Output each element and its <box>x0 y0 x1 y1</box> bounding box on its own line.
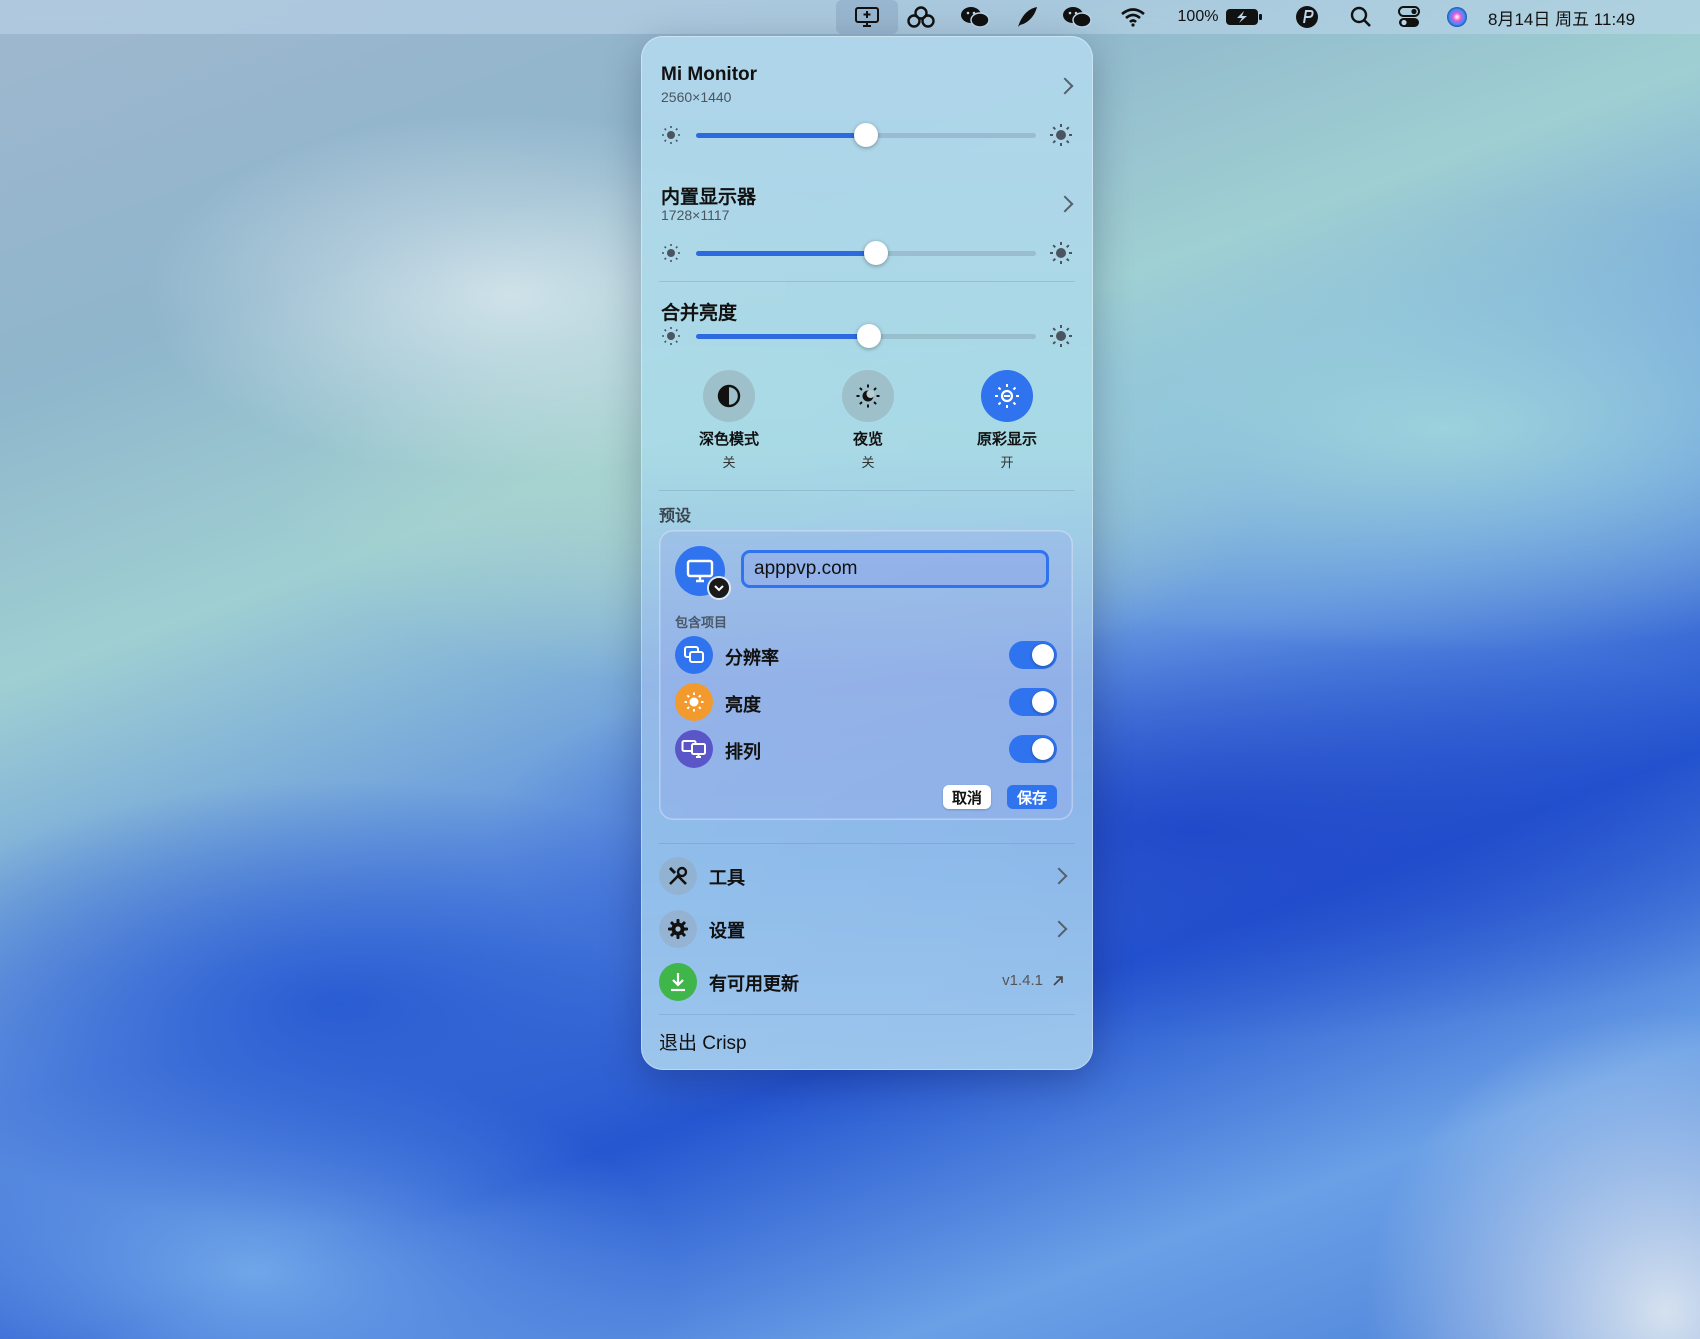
slider-knob[interactable] <box>854 123 878 147</box>
menu-item-label: 设置 <box>709 921 745 941</box>
app-icon[interactable] <box>904 0 938 34</box>
external-arrow-icon <box>1053 976 1063 986</box>
clock[interactable]: 8月14日 周五 11:49 <box>1488 0 1678 34</box>
sun-max-icon <box>1050 325 1072 347</box>
chevron-down-icon[interactable] <box>707 576 731 600</box>
slider-knob[interactable] <box>864 241 889 265</box>
battery-icon[interactable] <box>1224 0 1264 34</box>
chevron-right-icon[interactable] <box>1056 77 1074 95</box>
toggle-knob <box>1032 738 1054 760</box>
battery-percent: 100% <box>1177 8 1219 25</box>
display-icon[interactable] <box>836 0 898 34</box>
sun-min-icon <box>662 244 680 262</box>
slider-fill <box>696 251 877 256</box>
brightness-icon <box>675 683 713 721</box>
chevron-right-icon[interactable] <box>1056 195 1074 213</box>
toggle-state: 关 <box>861 455 875 470</box>
display-resolution: 1728×1117 <box>661 207 730 223</box>
divider <box>659 281 1075 282</box>
night-shift-icon[interactable] <box>842 370 894 422</box>
app-icon[interactable] <box>1290 0 1324 34</box>
display-name: Mi Monitor <box>661 64 758 85</box>
menu-item-label: 有可用更新 <box>709 974 799 994</box>
search-icon[interactable] <box>1344 0 1378 34</box>
brightness-slider[interactable] <box>696 241 1036 265</box>
preset-name-input[interactable] <box>741 550 1049 588</box>
wechat-icon[interactable] <box>1060 0 1094 34</box>
menu-item-settings[interactable]: 设置 <box>659 907 1073 951</box>
sun-max-icon <box>1050 124 1072 146</box>
arrangement-icon <box>675 730 713 768</box>
menu-item-update[interactable]: 有可用更新 v1.4.1 <box>659 960 1073 1004</box>
combined-brightness-label: 合并亮度 <box>661 303 738 324</box>
gear-icon <box>659 910 697 948</box>
display-name: 内置显示器 <box>661 187 757 208</box>
included-items-label: 包含项目 <box>675 615 728 630</box>
contrast-icon[interactable] <box>703 370 755 422</box>
preset-editor-card: 包含项目 分辨率 亮度 排列 取消 保存 <box>659 530 1073 820</box>
siri-icon[interactable] <box>1440 0 1474 34</box>
item-label: 分辨率 <box>725 648 779 668</box>
quit-button[interactable]: 退出 Crisp <box>659 1028 747 1055</box>
item-label: 亮度 <box>725 695 761 715</box>
combined-brightness-slider[interactable] <box>696 324 1036 348</box>
toggle-label: 原彩显示 <box>976 431 1037 448</box>
chevron-right-icon <box>1050 920 1068 938</box>
toggle-state: 开 <box>1000 455 1014 470</box>
toggle-state: 关 <box>722 455 736 470</box>
update-version: v1.4.1 <box>1002 972 1043 989</box>
feather-icon[interactable] <box>1010 0 1044 34</box>
resolution-toggle[interactable] <box>1009 641 1057 669</box>
sun-min-icon <box>662 126 680 144</box>
night-shift-toggle[interactable]: 夜览 关 <box>798 370 938 471</box>
menu-bar: 100% 8月14日 周五 11:49 <box>0 0 1700 34</box>
chevron-right-icon <box>1050 867 1068 885</box>
download-icon <box>659 963 697 1001</box>
toggle-knob <box>1032 691 1054 713</box>
dark-mode-toggle[interactable]: 深色模式 关 <box>659 370 799 471</box>
wifi-icon[interactable] <box>1116 0 1150 34</box>
menu-item-label: 工具 <box>709 868 745 888</box>
toggle-label: 深色模式 <box>698 431 759 448</box>
true-tone-toggle[interactable]: 原彩显示 开 <box>937 370 1077 471</box>
display-resolution: 2560×1440 <box>661 89 732 105</box>
crisp-popover: Mi Monitor 2560×1440 内置显示器 1728×1117 合并亮… <box>641 36 1093 1070</box>
control-center-icon[interactable] <box>1392 0 1426 34</box>
brightness-slider[interactable] <box>696 123 1036 147</box>
wechat-icon[interactable] <box>958 0 992 34</box>
resolution-icon <box>675 636 713 674</box>
menu-item-tools[interactable]: 工具 <box>659 854 1073 898</box>
item-label: 排列 <box>725 742 761 762</box>
slider-knob[interactable] <box>857 324 882 348</box>
divider <box>659 490 1075 491</box>
sun-min-icon <box>662 327 680 345</box>
brightness-toggle[interactable] <box>1009 688 1057 716</box>
sun-max-icon <box>1050 242 1072 264</box>
true-tone-icon[interactable] <box>981 370 1033 422</box>
divider <box>659 1014 1075 1015</box>
toggle-knob <box>1032 644 1054 666</box>
cancel-button[interactable]: 取消 <box>943 785 991 809</box>
presets-section-label: 预设 <box>659 508 692 525</box>
toggle-label: 夜览 <box>852 431 883 448</box>
slider-fill <box>696 133 866 138</box>
tools-icon <box>659 857 697 895</box>
arrangement-toggle[interactable] <box>1009 735 1057 763</box>
slider-fill <box>696 334 870 339</box>
save-button[interactable]: 保存 <box>1007 785 1057 809</box>
divider <box>659 843 1075 844</box>
